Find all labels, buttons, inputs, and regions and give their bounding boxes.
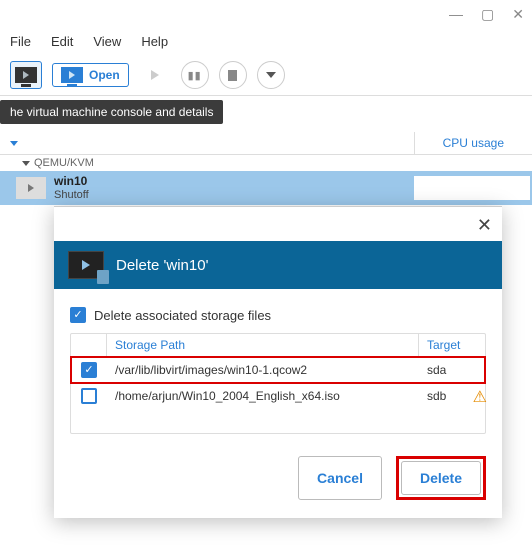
open-label: Open: [89, 68, 120, 82]
storage-path: /var/lib/libvirt/images/win10-1.qcow2: [107, 361, 419, 379]
storage-target: sda: [419, 361, 485, 379]
chevron-down-icon: [10, 141, 18, 146]
delete-vm-icon: [68, 251, 104, 279]
delete-storage-checkbox-row[interactable]: ✓ Delete associated storage files: [70, 307, 486, 323]
col-target[interactable]: Target: [419, 334, 485, 356]
table-row[interactable]: ✓ /var/lib/libvirt/images/win10-1.qcow2sd…: [71, 357, 485, 383]
dialog-close-button[interactable]: ✕: [477, 215, 492, 236]
play-icon: [151, 70, 159, 80]
connection-row[interactable]: QEMU/KVM: [0, 155, 532, 171]
storage-path: /home/arjun/Win10_2004_English_x64.iso: [107, 387, 419, 405]
table-header: Storage Path Target: [71, 334, 485, 357]
window-controls: — ▢ ✕: [0, 0, 532, 28]
toolbar: Open ▮▮: [0, 55, 532, 96]
maximize-button[interactable]: ▢: [481, 6, 494, 23]
cancel-button[interactable]: Cancel: [298, 456, 382, 500]
open-vm-button[interactable]: Open: [52, 63, 129, 87]
minimize-button[interactable]: —: [449, 6, 463, 22]
stop-icon: [228, 70, 237, 81]
vm-state: Shutoff: [54, 189, 89, 202]
shutdown-button[interactable]: [219, 61, 247, 89]
toolbar-menu-button[interactable]: [257, 61, 285, 89]
list-header: CPU usage: [0, 132, 532, 155]
menu-view[interactable]: View: [93, 34, 121, 49]
delete-dialog: ✕ Delete 'win10' ✓ Delete associated sto…: [54, 206, 502, 518]
delete-storage-label: Delete associated storage files: [94, 308, 271, 323]
vm-icon: [16, 177, 46, 199]
chevron-down-icon: [22, 161, 30, 166]
monitor-icon: [61, 67, 83, 83]
menu-help[interactable]: Help: [141, 34, 168, 49]
table-row[interactable]: /home/arjun/Win10_2004_English_x64.isosd…: [71, 383, 485, 409]
cpu-usage-graph: [414, 176, 530, 200]
delete-button[interactable]: Delete: [401, 461, 481, 495]
pause-button[interactable]: ▮▮: [181, 61, 209, 89]
delete-button-highlight: Delete: [396, 456, 486, 500]
menu-bar: File Edit View Help: [0, 28, 532, 55]
connection-label: QEMU/KVM: [34, 157, 94, 169]
vm-text: win10 Shutoff: [54, 174, 89, 202]
monitor-icon: [15, 67, 37, 83]
checkbox-checked-icon: ✓: [70, 307, 86, 323]
new-vm-button[interactable]: [10, 61, 42, 89]
vm-row-win10[interactable]: win10 Shutoff: [0, 171, 532, 205]
checkbox-checked-icon[interactable]: ✓: [81, 362, 97, 378]
dialog-title: Delete 'win10': [116, 257, 208, 274]
pause-icon: ▮▮: [188, 69, 202, 82]
chevron-down-icon: [266, 72, 276, 78]
menu-file[interactable]: File: [10, 34, 31, 49]
run-button[interactable]: [139, 61, 171, 89]
dialog-footer: Cancel Delete: [54, 442, 502, 518]
checkbox-empty-icon[interactable]: [81, 388, 97, 404]
column-cpu-usage[interactable]: CPU usage: [414, 132, 532, 154]
window-close-button[interactable]: ✕: [512, 6, 524, 23]
vm-name: win10: [54, 174, 89, 188]
menu-edit[interactable]: Edit: [51, 34, 73, 49]
dialog-header: Delete 'win10': [54, 241, 502, 289]
warning-icon: ⚠: [473, 387, 487, 407]
col-storage-path[interactable]: Storage Path: [107, 334, 419, 356]
storage-table: Storage Path Target ✓ /var/lib/libvirt/im…: [70, 333, 486, 434]
tooltip: he virtual machine console and details: [0, 100, 223, 124]
column-name[interactable]: [0, 132, 28, 154]
